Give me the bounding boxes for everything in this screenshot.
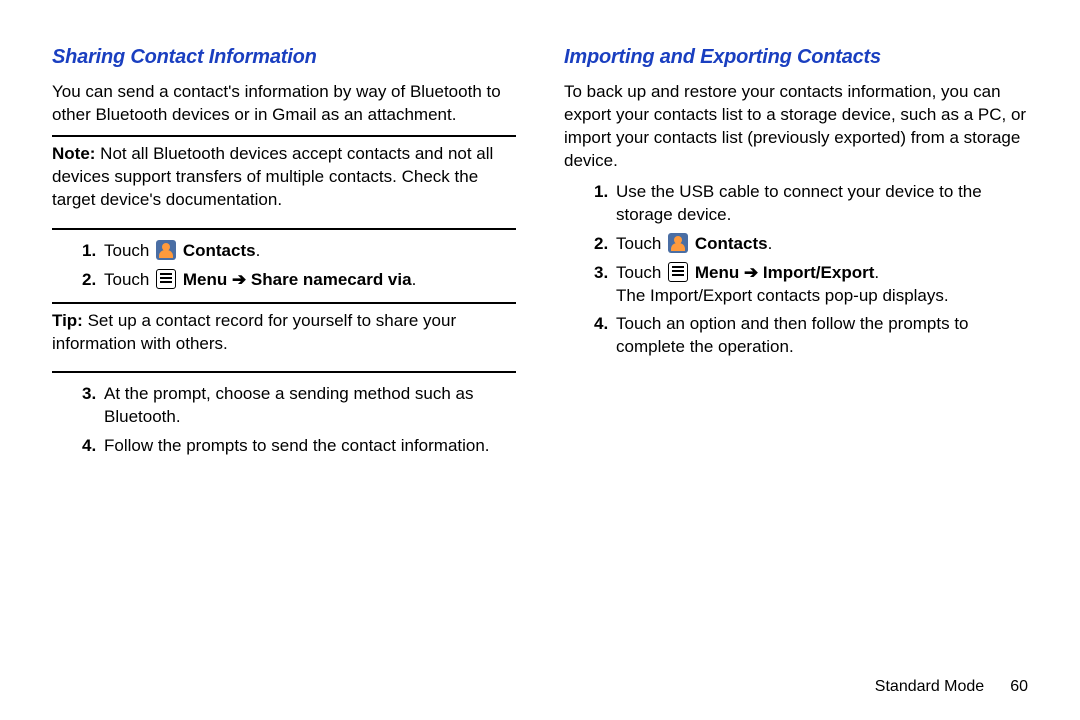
page-footer: Standard Mode 60 (875, 676, 1028, 698)
step-text: Touch (616, 234, 666, 253)
intro-paragraph: To back up and restore your contacts inf… (564, 81, 1028, 173)
step-text: Touch an option and then follow the prom… (616, 313, 1028, 359)
step-number: 4. (82, 435, 104, 458)
step-text: Touch (616, 263, 666, 282)
steps-list: 1. Use the USB cable to connect your dev… (564, 181, 1028, 360)
menu-icon (668, 262, 688, 282)
step-text: Touch (104, 241, 154, 260)
tip-text: Set up a contact record for yourself to … (52, 311, 456, 353)
step-text: Follow the prompts to send the contact i… (104, 435, 516, 458)
list-item: 2. Touch Menu ➔ Share namecard via. (74, 269, 516, 292)
step-text: Use the USB cable to connect your device… (616, 181, 1028, 227)
menu-label: Menu (695, 263, 739, 282)
list-item: 4. Touch an option and then follow the p… (586, 313, 1028, 359)
tip-label: Tip: (52, 311, 83, 330)
period: . (412, 270, 417, 289)
contacts-label: Contacts (183, 241, 256, 260)
menu-icon (156, 269, 176, 289)
list-item: 3. At the prompt, choose a sending metho… (74, 383, 516, 429)
left-column: Sharing Contact Information You can send… (52, 44, 516, 468)
share-namecard-label: Share namecard via (251, 270, 412, 289)
period: . (768, 234, 773, 253)
period: . (256, 241, 261, 260)
step-number: 3. (82, 383, 104, 429)
section-heading-sharing: Sharing Contact Information (52, 44, 516, 71)
step-number: 2. (82, 269, 104, 292)
import-export-label: Import/Export (763, 263, 874, 282)
steps-list-b: 3. At the prompt, choose a sending metho… (52, 383, 516, 458)
step-number: 1. (594, 181, 616, 227)
note-text: Not all Bluetooth devices accept contact… (52, 144, 493, 209)
list-item: 4. Follow the prompts to send the contac… (74, 435, 516, 458)
arrow-icon: ➔ (227, 270, 251, 289)
period: . (874, 263, 879, 282)
step-number: 2. (594, 233, 616, 256)
intro-paragraph: You can send a contact's information by … (52, 81, 516, 127)
step-followup: The Import/Export contacts pop-up displa… (616, 286, 949, 305)
footer-mode-label: Standard Mode (875, 678, 984, 695)
footer-page-number: 60 (1010, 678, 1028, 695)
section-heading-import-export: Importing and Exporting Contacts (564, 44, 1028, 71)
step-text: At the prompt, choose a sending method s… (104, 383, 516, 429)
list-item: 2. Touch Contacts. (586, 233, 1028, 256)
list-item: 1. Touch Contacts. (74, 240, 516, 263)
contacts-icon (668, 233, 688, 253)
list-item: 3. Touch Menu ➔ Import/Export. The Impor… (586, 262, 1028, 308)
step-text: Touch (104, 270, 154, 289)
steps-list-a: 1. Touch Contacts. 2. Touch Menu ➔ Share… (52, 240, 516, 292)
note-block: Note: Not all Bluetooth devices accept c… (52, 135, 516, 230)
contacts-icon (156, 240, 176, 260)
right-column: Importing and Exporting Contacts To back… (564, 44, 1028, 468)
step-number: 4. (594, 313, 616, 359)
step-number: 1. (82, 240, 104, 263)
contacts-label: Contacts (695, 234, 768, 253)
menu-label: Menu (183, 270, 227, 289)
list-item: 1. Use the USB cable to connect your dev… (586, 181, 1028, 227)
step-number: 3. (594, 262, 616, 308)
arrow-icon: ➔ (739, 263, 763, 282)
tip-block: Tip: Set up a contact record for yoursel… (52, 302, 516, 374)
note-label: Note: (52, 144, 95, 163)
